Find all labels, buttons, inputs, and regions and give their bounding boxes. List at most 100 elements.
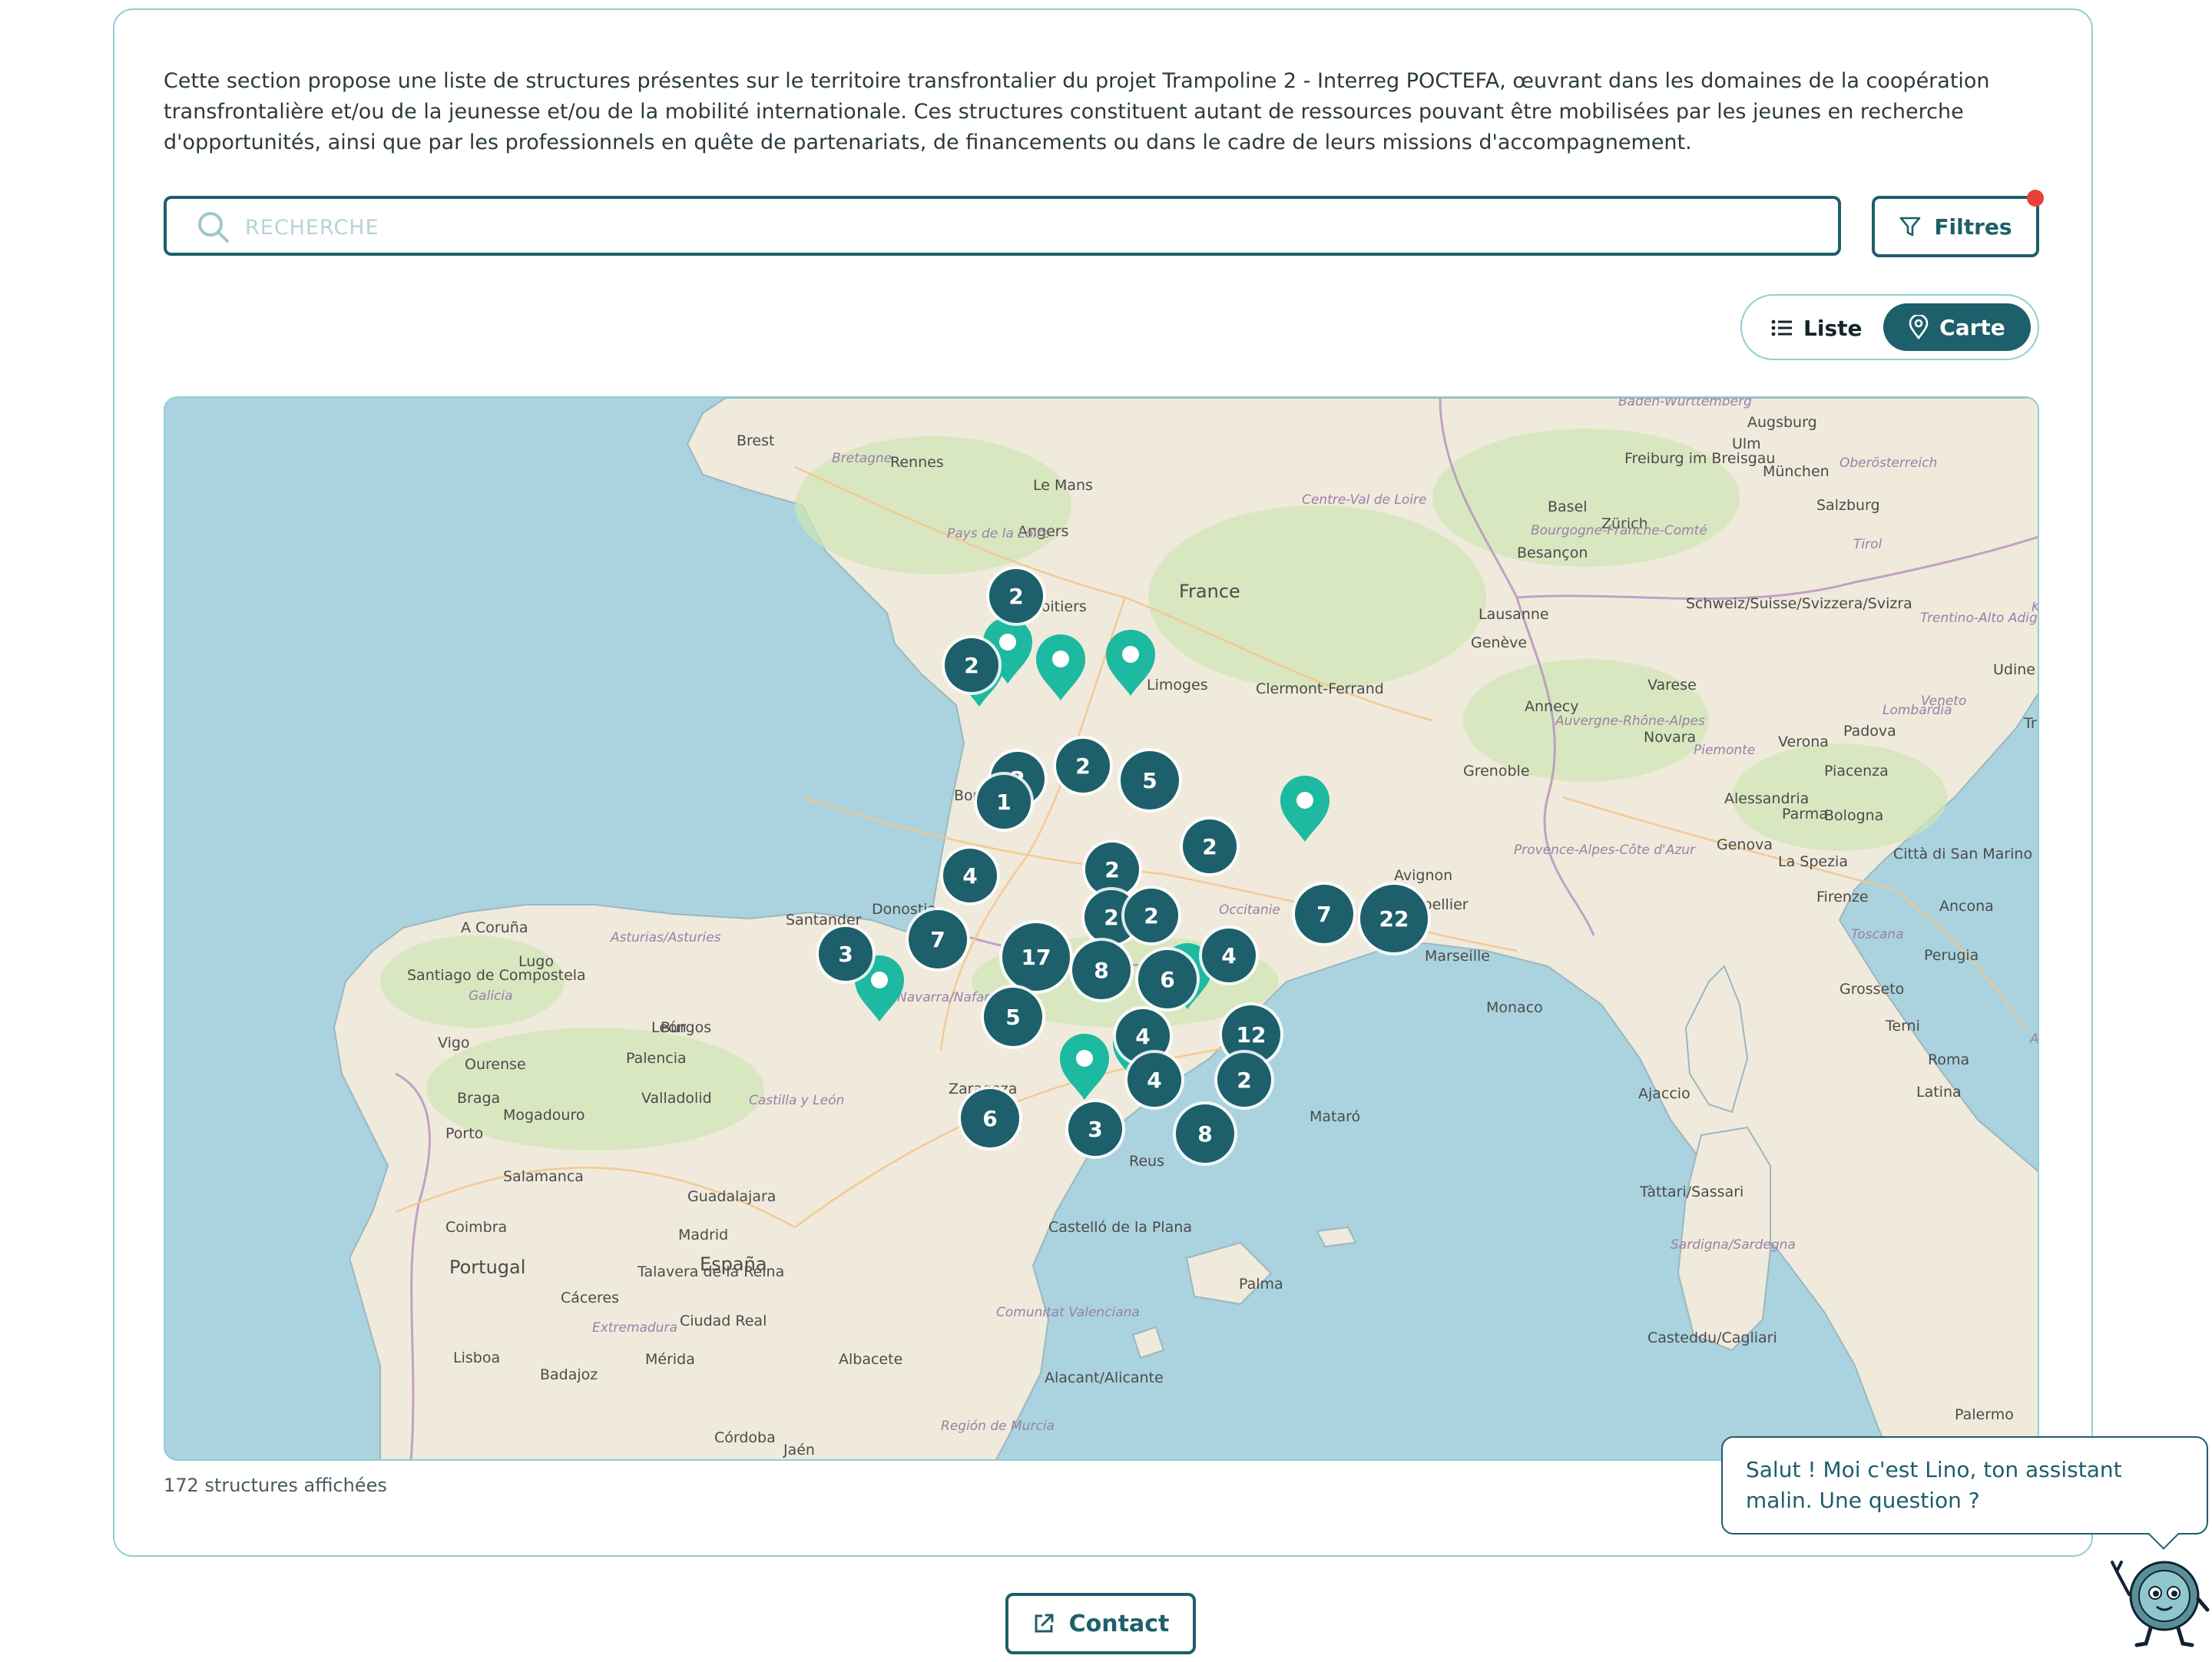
cluster-marker[interactable]: 2 [986,566,1046,626]
cluster-count: 6 [1160,967,1174,992]
cluster-marker[interactable]: 2 [1214,1050,1274,1110]
map-place-label: Castelló de la Plana [1048,1219,1192,1236]
view-liste-button[interactable]: Liste [1771,313,1862,343]
cluster-marker[interactable]: 3 [816,924,876,984]
cluster-count: 2 [1075,753,1090,779]
view-liste-label: Liste [1803,315,1863,341]
map-place-label: Le Mans [1033,477,1093,494]
map-place-label: Palma [1239,1276,1283,1293]
map-place-label: Basel [1548,498,1588,515]
cluster-count: 7 [930,927,945,952]
map-place-label: France [1179,581,1240,602]
map-place-label: Santiago de Compostela [407,967,586,984]
cluster-count: 2 [1237,1068,1251,1093]
cluster-count: 2 [964,653,979,678]
map-place-label: Talavera de la Reina [637,1263,784,1280]
map-place-label: Guadalajara [687,1188,776,1205]
assistant-bubble[interactable]: Salut ! Moi c'est Lino, ton assistant ma… [1721,1436,2208,1550]
cluster-marker[interactable]: 2 [942,635,1002,695]
map-region-label: Kärnten [2032,600,2039,615]
cluster-count: 22 [1379,906,1409,932]
filters-button[interactable]: Filtres [1872,190,2044,257]
map-place-label: Porto [445,1125,483,1142]
cluster-marker[interactable]: 17 [999,920,1073,994]
map-place-label: Parma [1782,806,1828,823]
map-place-label: Grosseto [1839,981,1904,998]
list-icon [1771,319,1792,336]
cluster-marker[interactable]: 5 [981,985,1045,1049]
cluster-marker[interactable]: 1 [974,772,1034,832]
map-region-label: Bretagne [832,451,892,466]
assistant-avatar-icon[interactable] [2106,1548,2212,1648]
map-place-label: Augsburg [1747,414,1817,431]
cluster-marker[interactable]: 22 [1357,882,1431,955]
cluster-count: 17 [1022,945,1051,970]
map-place-label: Bologna [1824,807,1883,824]
map-region-label: Castilla y León [749,1093,844,1108]
cluster-marker[interactable]: 4 [1199,925,1259,985]
map-place-label: Ciudad Real [680,1313,767,1329]
cluster-marker[interactable]: 4 [940,846,1000,905]
map-place-label: München [1763,463,1830,480]
cluster-marker[interactable]: 2 [1121,886,1181,945]
map-place-label: Coimbra [445,1219,507,1236]
assistant-message: Salut ! Moi c'est Lino, ton assistant ma… [1746,1457,2122,1513]
map-region-label: Galicia [469,988,513,1004]
land-menorca [1316,1226,1357,1248]
cluster-marker[interactable]: 8 [1069,938,1134,1002]
map-place-label: Lausanne [1479,606,1549,623]
cluster-marker[interactable]: 7 [1292,882,1356,946]
cluster-marker[interactable]: 3 [1065,1099,1125,1159]
assistant-bubble-tail [2148,1519,2179,1550]
map-place-label: Piacenza [1824,763,1889,780]
cluster-marker[interactable]: 2 [1053,736,1113,796]
cluster-marker[interactable]: 2 [1180,816,1240,876]
cluster-count: 8 [1197,1121,1212,1147]
map-place-label: Jaén [783,1442,815,1458]
map-region-label: Piemonte [1694,743,1755,758]
map-region-label: Extremadura [592,1320,677,1336]
cluster-count: 4 [962,863,977,889]
map-place-label: Casteddu/Cagliari [1647,1329,1777,1346]
external-link-icon [1035,1614,1054,1633]
cluster-count: 4 [1221,943,1236,968]
map-place-label: Annecy [1525,698,1578,715]
cluster-count: 12 [1237,1022,1267,1048]
cluster-marker[interactable]: 6 [958,1086,1022,1150]
cluster-count: 7 [1316,902,1331,927]
cluster-marker[interactable]: 6 [1135,947,1200,1011]
cluster-count: 5 [1142,768,1157,793]
cluster-marker[interactable]: 8 [1173,1101,1237,1166]
map-place-label: Cáceres [561,1290,619,1306]
map-region-label: Abruzzo [2029,1031,2039,1047]
structures-count: 172 structures affichées [164,1475,387,1496]
map-place-label: Badajoz [540,1366,598,1383]
cluster-marker[interactable]: 5 [1118,748,1182,813]
map-region-label: Provence-Alpes-Côte d'Azur [1514,843,1696,858]
structures-map[interactable]: Brest Rennes Le Mans Angers Poitiers France Li… [164,396,2039,1461]
cluster-marker[interactable]: 4 [1124,1050,1184,1110]
map-place-label: Lisboa [453,1349,500,1366]
map-place-label: Limoges [1147,677,1208,694]
map-region-label: Trentino-Alto Adige/Südtirol [1920,611,2039,626]
map-place-label: Mogadouro [503,1107,584,1124]
cluster-marker[interactable]: 7 [906,907,970,972]
map-place-label: Ourense [465,1056,526,1073]
map-canvas[interactable]: BrestRennesLe MansAngersPoitiersFranceLi… [165,398,2039,1461]
contact-button[interactable]: Contact [1005,1593,1196,1654]
map-place-label: Vigo [438,1035,470,1051]
map-place-label: Città di San Marino [1893,846,2032,862]
map-place-label: Terni [1885,1018,1920,1035]
cluster-count: 3 [1088,1117,1102,1142]
map-place-label: Avignon [1394,867,1452,884]
cluster-count: 2 [1144,903,1158,929]
cluster-count: 3 [838,942,853,967]
filter-icon [1900,217,1921,237]
search-box[interactable] [164,196,1841,256]
map-region-label: Toscana [1851,927,1904,942]
map-place-label: Córdoba [714,1429,776,1446]
map-pin-icon [1909,315,1929,339]
view-carte-button[interactable]: Carte [1883,303,2031,351]
search-input[interactable] [243,207,1813,248]
map-place-label: Portugal [449,1256,525,1278]
